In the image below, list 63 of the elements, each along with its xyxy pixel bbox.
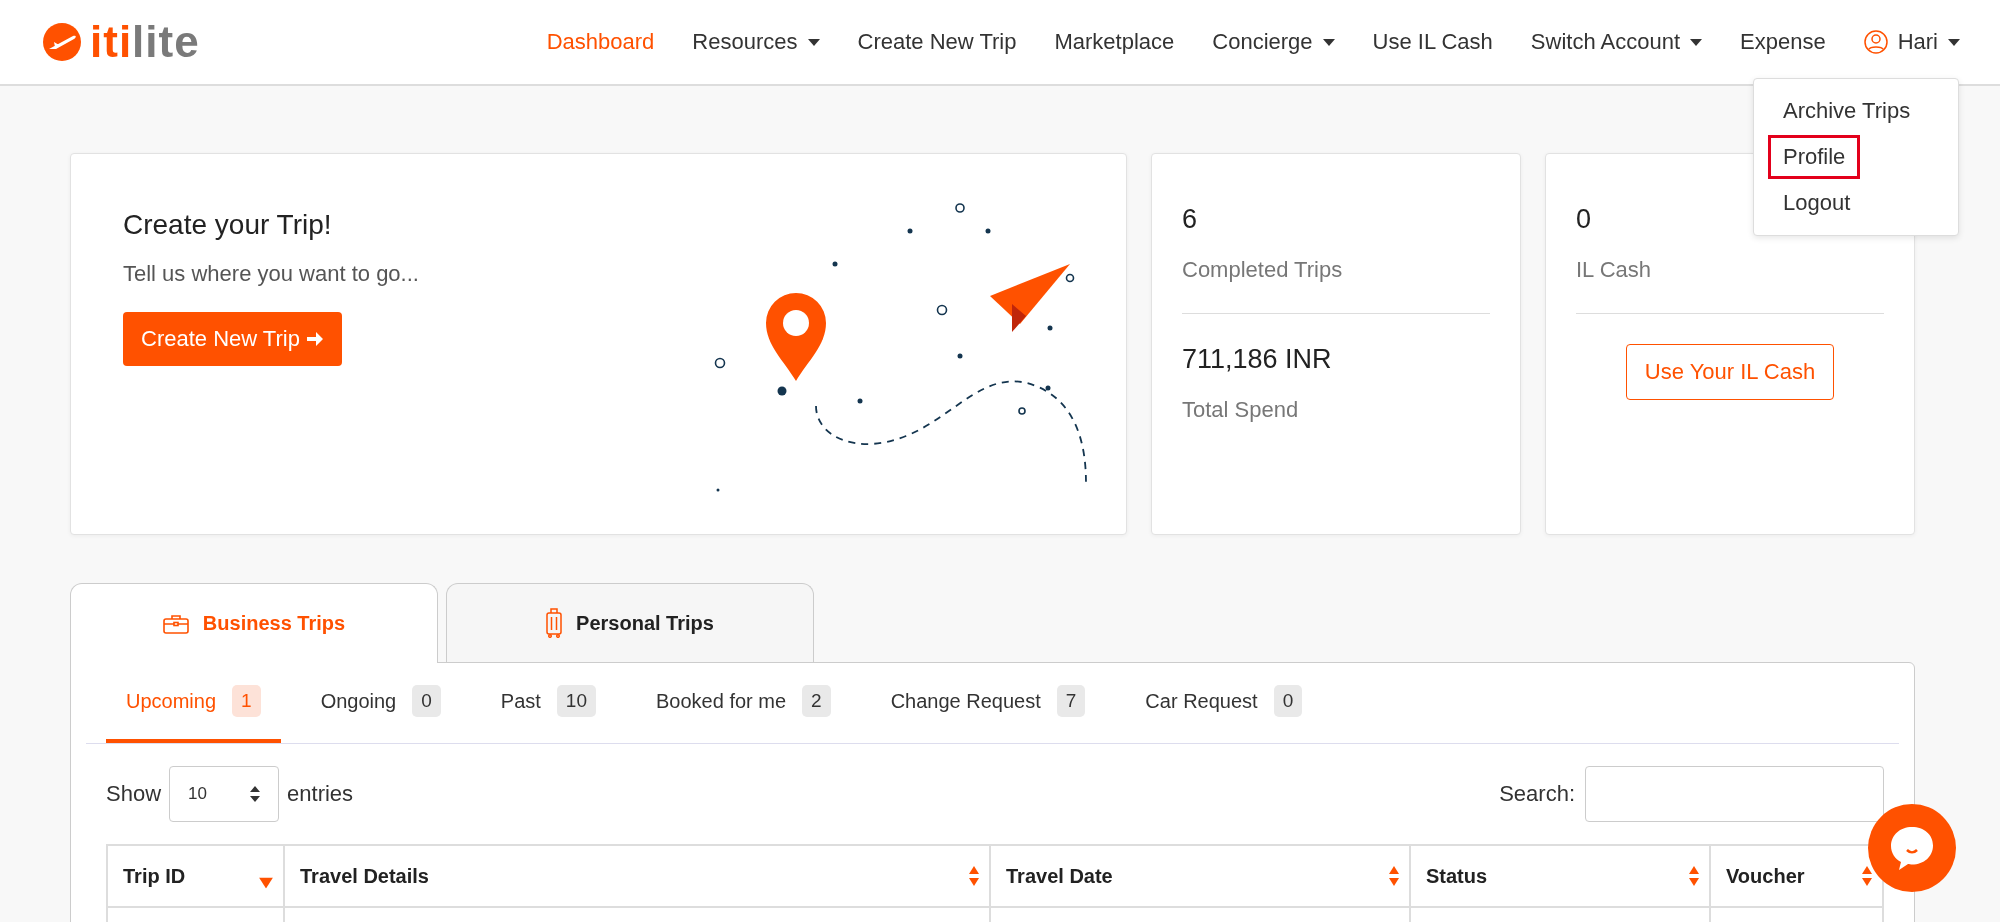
tab-label: Booked for me xyxy=(656,689,787,713)
column-header[interactable]: Status xyxy=(1410,845,1710,907)
count-badge: 0 xyxy=(412,685,441,717)
menu-item[interactable]: Archive Trips xyxy=(1768,89,1926,133)
nav-link[interactable]: Marketplace xyxy=(1054,29,1175,55)
trip-type-tab[interactable]: Personal Trips xyxy=(446,583,814,662)
count-badge: 10 xyxy=(556,685,596,717)
status-tab[interactable]: Change Request 7 xyxy=(870,663,1106,743)
stat-label: Completed Trips xyxy=(1182,257,1343,283)
stat-label: IL Cash xyxy=(1576,257,1651,283)
sort-descending-icon[interactable] xyxy=(259,877,273,889)
chat-bubble-icon xyxy=(1888,825,1936,871)
column-header[interactable]: Trip ID xyxy=(107,845,284,907)
tab-label: Upcoming xyxy=(126,689,217,713)
sort-icon[interactable] xyxy=(1862,866,1872,886)
nav-dropdown[interactable]: Switch Account xyxy=(1530,29,1703,55)
menu-item[interactable]: Logout xyxy=(1768,181,1866,225)
entries-label: entries xyxy=(287,781,354,807)
tab-label: Car Request xyxy=(1145,689,1258,713)
stat-value: 0 xyxy=(1576,204,1592,235)
updown-icon xyxy=(250,786,261,802)
status-tab[interactable]: Ongoing 0 xyxy=(300,663,461,743)
show-label: Show xyxy=(106,781,162,807)
count-badge: 2 xyxy=(802,685,831,717)
stat-value: 711,186 INR xyxy=(1182,344,1332,375)
count-badge: 7 xyxy=(1056,685,1086,717)
caret-icon xyxy=(1948,38,1960,46)
status-tab[interactable]: Past 10 xyxy=(480,663,616,743)
search-label: Search: xyxy=(1499,781,1575,807)
tab-label: Change Request xyxy=(890,689,1041,713)
stat-label: Total Spend xyxy=(1182,397,1299,423)
sort-icon[interactable] xyxy=(1689,866,1699,886)
nav-link[interactable]: Use IL Cash xyxy=(1372,29,1493,55)
logo-wordmark: itilite xyxy=(90,17,200,67)
plane-logo-icon xyxy=(42,22,82,62)
card-title: Create your Trip! xyxy=(123,209,332,241)
entries-select[interactable]: 10 xyxy=(169,766,280,822)
status-tab[interactable]: Car Request 0 xyxy=(1125,663,1323,743)
menu-item[interactable]: Profile xyxy=(1768,135,1861,179)
nav-link[interactable]: Expense xyxy=(1740,29,1826,55)
column-header[interactable]: Travel Details xyxy=(284,845,990,907)
sort-icon[interactable] xyxy=(969,866,979,886)
sort-icon[interactable] xyxy=(1389,866,1399,886)
nav-dropdown[interactable]: Resources xyxy=(692,29,820,55)
nav-dropdown[interactable]: Concierge xyxy=(1212,29,1335,55)
stat-value: 6 xyxy=(1182,204,1198,235)
caret-icon xyxy=(807,38,820,46)
tab-label: Ongoing xyxy=(320,689,397,713)
count-badge: 1 xyxy=(232,685,261,717)
column-header[interactable]: Travel Date xyxy=(990,845,1410,907)
briefcase-icon xyxy=(162,613,189,634)
card-subtitle: Tell us where you want to go... xyxy=(123,261,419,287)
suitcase-icon xyxy=(546,608,563,638)
count-badge: 0 xyxy=(1273,685,1303,717)
search-field[interactable] xyxy=(1585,766,1884,822)
user-icon xyxy=(1863,30,1888,54)
status-tab[interactable]: Booked for me 2 xyxy=(636,663,851,743)
nav-link[interactable]: Create New Trip xyxy=(857,29,1017,55)
user-menu[interactable]: Hari xyxy=(1863,29,1960,55)
caret-icon xyxy=(1322,38,1335,46)
tab-label: Past xyxy=(500,689,541,713)
caret-icon xyxy=(1690,38,1703,46)
arrow-right-icon xyxy=(305,330,324,348)
